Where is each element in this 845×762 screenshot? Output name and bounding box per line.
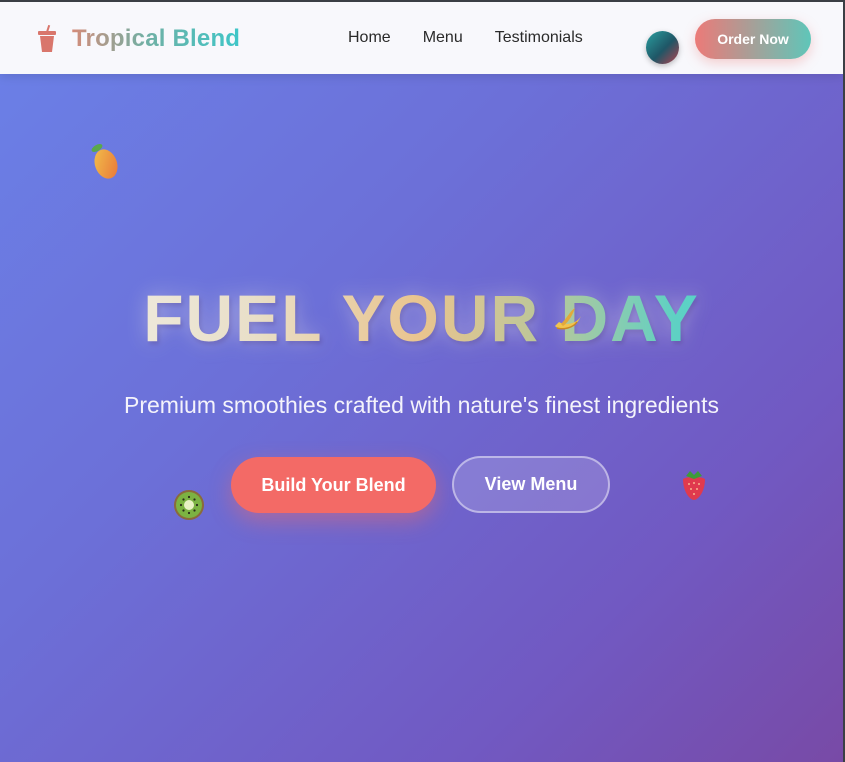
hero-subtitle: Premium smoothies crafted with nature's … bbox=[124, 392, 719, 418]
brand-logo[interactable]: Tropical Blend bbox=[36, 22, 240, 56]
banana-icon bbox=[555, 308, 581, 330]
theme-toggle-button[interactable] bbox=[646, 31, 679, 64]
smoothie-cup-icon bbox=[38, 25, 56, 52]
order-now-button[interactable]: Order Now bbox=[695, 19, 811, 59]
main-nav: Home Menu Testimonials bbox=[348, 29, 615, 47]
hero-title: FUEL YOUR DAY bbox=[0, 280, 843, 356]
nav-menu[interactable]: Menu bbox=[423, 29, 463, 47]
build-your-blend-button[interactable]: Build Your Blend bbox=[231, 457, 436, 513]
site-header: Tropical Blend Home Menu Testimonials Or… bbox=[0, 2, 843, 74]
page-frame: Tropical Blend Home Menu Testimonials Or… bbox=[0, 0, 845, 762]
hero-section: FUEL YOUR DAY Premium smoothies crafted … bbox=[0, 74, 843, 762]
strawberry-icon bbox=[683, 471, 705, 500]
brand-name: Tropical Blend bbox=[72, 25, 241, 52]
nav-testimonials[interactable]: Testimonials bbox=[495, 29, 583, 47]
mango-icon bbox=[91, 144, 118, 179]
view-menu-button[interactable]: View Menu bbox=[452, 456, 610, 513]
kiwi-icon bbox=[174, 490, 204, 520]
nav-home[interactable]: Home bbox=[348, 29, 391, 47]
